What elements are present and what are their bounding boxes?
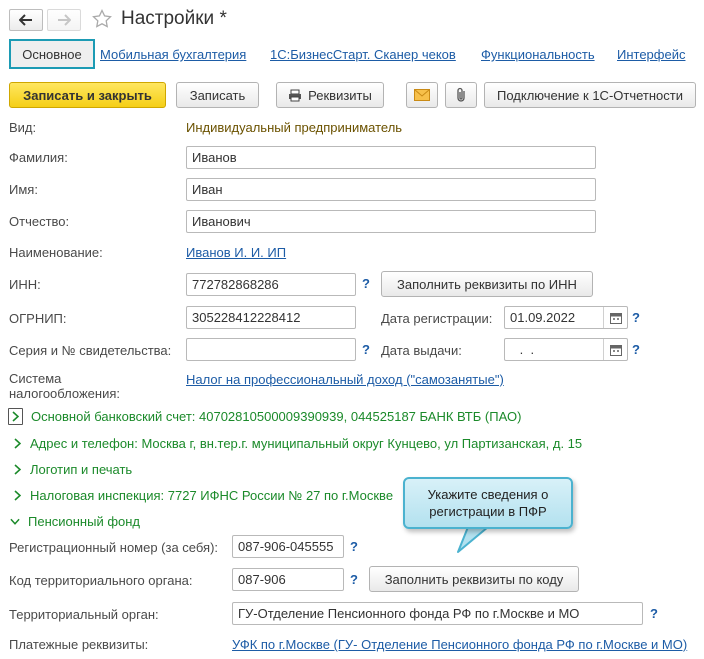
name-label: Имя: — [9, 182, 38, 197]
issue-date-label: Дата выдачи: — [381, 343, 462, 358]
title-link[interactable]: Иванов И. И. ИП — [186, 245, 286, 260]
reg-date-label: Дата регистрации: — [381, 311, 493, 326]
save-and-close-button[interactable]: Записать и закрыть — [9, 82, 166, 108]
forward-button[interactable] — [47, 9, 81, 31]
chevron-right-icon — [12, 438, 22, 450]
issue-date-help[interactable]: ? — [632, 342, 640, 357]
group-pension-label: Пенсионный фонд — [28, 514, 141, 529]
calendar-button[interactable] — [603, 339, 627, 360]
paperclip-icon — [457, 87, 465, 102]
page-title: Настройки * — [121, 8, 227, 29]
reg-date-input[interactable]: 01.09.2022 — [504, 306, 628, 329]
favorite-star[interactable] — [92, 9, 112, 32]
patronymic-label: Отчество: — [9, 214, 70, 229]
kind-value: Индивидуальный предприниматель — [186, 120, 403, 135]
chevron-right-icon — [12, 464, 22, 476]
calendar-icon — [609, 312, 622, 324]
inn-input[interactable]: 772782868286 — [186, 273, 356, 296]
tax-system-label: Система налогообложения: — [9, 371, 120, 401]
chevron-down-icon — [10, 516, 20, 528]
requisites-label: Реквизиты — [308, 87, 372, 103]
chevron-right-icon — [12, 490, 22, 502]
printer-icon — [289, 89, 302, 101]
email-button[interactable] — [406, 82, 438, 108]
surname-label: Фамилия: — [9, 150, 68, 165]
arrow-left-icon — [19, 14, 32, 26]
ogrnip-input[interactable]: 305228412228412 — [186, 306, 356, 329]
payment-link[interactable]: УФК по г.Москве (ГУ- Отделение Пенсионно… — [232, 637, 687, 652]
tax-system-link[interactable]: Налог на профессиональный доход ("самоза… — [186, 372, 504, 387]
group-tax-office-label: Налоговая инспекция: 7727 ИФНС России № … — [30, 488, 394, 503]
pension-reg-help[interactable]: ? — [350, 539, 358, 554]
envelope-icon — [414, 89, 430, 101]
payment-label: Платежные реквизиты: — [9, 637, 149, 652]
group-address-label: Адрес и телефон: Москва г, вн.тер.г. мун… — [30, 436, 583, 451]
calendar-icon — [609, 344, 622, 356]
issue-date-input[interactable]: . . — [504, 338, 628, 361]
cert-label: Серия и № свидетельства: — [9, 343, 172, 358]
group-address[interactable]: Адрес и телефон: Москва г, вн.тер.г. мун… — [12, 436, 582, 451]
terr-code-input[interactable]: 087-906 — [232, 568, 344, 591]
hint-line-1: Укажите сведения о — [427, 487, 549, 502]
group-logo-label: Логотип и печать — [30, 462, 133, 477]
fill-by-code-button[interactable]: Заполнить реквизиты по коду — [369, 566, 579, 592]
star-icon — [92, 9, 112, 28]
hint-callout: Укажите сведения о регистрации в ПФР — [403, 477, 573, 529]
group-bank-account-label: Основной банковский счет: 40702810500009… — [31, 409, 522, 424]
pension-reg-input[interactable]: 087-906-045555 — [232, 535, 344, 558]
group-logo[interactable]: Логотип и печать — [12, 462, 132, 477]
kind-label: Вид: — [9, 120, 37, 135]
tab-interface[interactable]: Интерфейс — [617, 47, 685, 62]
connect-reporting-button[interactable]: Подключение к 1С-Отчетности — [484, 82, 696, 108]
inn-label: ИНН: — [9, 277, 41, 292]
surname-input[interactable]: Иванов — [186, 146, 596, 169]
patronymic-input[interactable]: Иванович — [186, 210, 596, 233]
tab-main[interactable]: Основное — [9, 39, 95, 69]
issue-date-value: . . — [516, 342, 535, 357]
fill-by-inn-button[interactable]: Заполнить реквизиты по ИНН — [381, 271, 593, 297]
ogrnip-label: ОГРНИП: — [9, 311, 67, 326]
terr-body-input[interactable]: ГУ-Отделение Пенсионного фонда РФ по г.М… — [232, 602, 643, 625]
back-button[interactable] — [9, 9, 43, 31]
hint-line-2: регистрации в ПФР — [429, 504, 547, 519]
terr-code-label: Код территориального органа: — [9, 573, 193, 588]
name-input[interactable]: Иван — [186, 178, 596, 201]
cert-help[interactable]: ? — [362, 342, 370, 357]
save-button[interactable]: Записать — [176, 82, 259, 108]
inn-help[interactable]: ? — [362, 276, 370, 291]
requisites-button[interactable]: Реквизиты — [276, 82, 384, 108]
terr-body-help[interactable]: ? — [650, 606, 658, 621]
reg-date-value: 01.09.2022 — [510, 310, 576, 325]
terr-code-help[interactable]: ? — [350, 572, 358, 587]
attachment-button[interactable] — [445, 82, 477, 108]
tab-scanner[interactable]: 1С:БизнесСтарт. Сканер чеков — [270, 47, 456, 62]
chevron-right-icon — [8, 408, 23, 425]
arrow-right-icon — [58, 14, 71, 26]
tab-functionality[interactable]: Функциональность — [481, 47, 595, 62]
tab-mobile-accounting[interactable]: Мобильная бухгалтерия — [100, 47, 246, 62]
calendar-button[interactable] — [603, 307, 627, 328]
reg-date-help[interactable]: ? — [632, 310, 640, 325]
pension-reg-label: Регистрационный номер (за себя): — [9, 540, 219, 555]
cert-input[interactable] — [186, 338, 356, 361]
group-tax-office[interactable]: Налоговая инспекция: 7727 ИФНС России № … — [12, 488, 393, 503]
group-pension[interactable]: Пенсионный фонд — [10, 514, 140, 529]
title-label: Наименование: — [9, 245, 103, 260]
group-bank-account[interactable]: Основной банковский счет: 40702810500009… — [8, 408, 521, 425]
terr-body-label: Территориальный орган: — [9, 607, 159, 622]
